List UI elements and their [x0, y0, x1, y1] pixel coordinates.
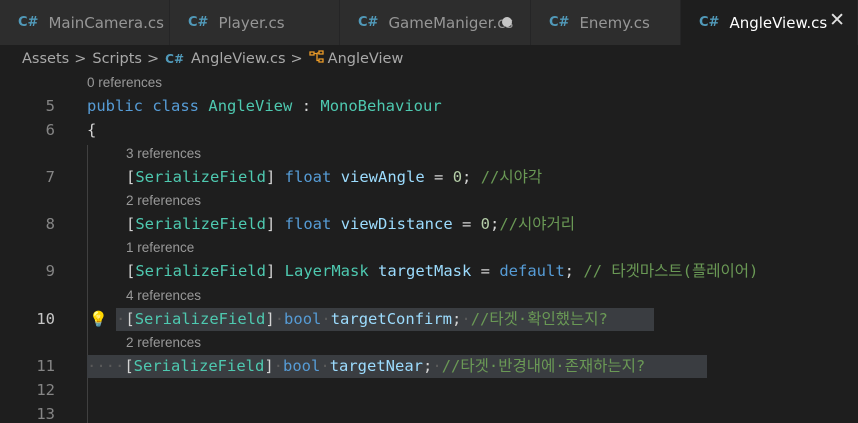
punctuation-token: ; [423, 357, 433, 375]
breadcrumb-item-class[interactable]: AngleView [328, 51, 404, 67]
attribute-token: SerializeField [135, 262, 266, 280]
code-line[interactable]: 5 public class AngleView : MonoBehaviour [0, 95, 858, 118]
class-name-token: AngleView [208, 97, 293, 115]
csharp-icon: C# [18, 15, 39, 30]
punctuation-token: ; [452, 310, 462, 328]
code-text: ·[SerializeField]·bool·targetConfirm;·//… [116, 310, 608, 328]
code-text: ····[SerializeField]·bool·targetNear;·//… [87, 357, 646, 375]
number-token: 0 [452, 168, 463, 186]
chevron-right-icon: > [74, 50, 87, 67]
comment-token: // 타겟마스트(플레이어) [583, 262, 759, 280]
punctuation-token: ; [564, 262, 575, 280]
code-line[interactable]: 12 [0, 379, 858, 402]
keyword-token: default [499, 262, 565, 280]
field-name-token: viewAngle [340, 168, 425, 186]
operator-token: = [452, 215, 481, 233]
code-line[interactable]: 8 [SerializeField] float viewDistance = … [0, 213, 858, 236]
attribute-token: SerializeField [135, 168, 266, 186]
field-name-token: targetMask [378, 262, 472, 280]
code-line[interactable]: 6 { [0, 119, 858, 142]
csharp-icon: C# [358, 15, 379, 30]
line-number: 5 [45, 97, 55, 115]
operator-token: = [471, 262, 500, 280]
chevron-right-icon: > [290, 50, 303, 67]
tab-label: GameManiger.cs [388, 13, 514, 32]
code-text: { [87, 121, 97, 139]
line-number: 7 [45, 168, 55, 186]
attribute-token: SerializeField [133, 357, 265, 375]
code-text: [SerializeField] float viewAngle = 0; //… [126, 168, 543, 186]
type-token: LayerMask [284, 262, 369, 280]
tab-gamemaniger[interactable]: C# GameManiger.cs [340, 0, 531, 45]
field-name-token: viewDistance [340, 215, 453, 233]
code-line[interactable]: 9 [SerializeField] LayerMask targetMask … [0, 260, 858, 283]
codelens-references[interactable]: 0 references [87, 73, 162, 93]
close-icon[interactable]: ✕ [829, 9, 845, 31]
unsaved-dot-icon[interactable] [502, 17, 512, 27]
comment-token: //타겟·반경내에·존재하는지? [441, 357, 646, 375]
line-number: 8 [45, 215, 55, 233]
operator-token: = [424, 168, 453, 186]
breadcrumb: Assets > Scripts > C# AngleView.cs > Ang… [0, 45, 858, 72]
csharp-icon: C# [699, 15, 720, 30]
code-line[interactable]: 11 ····[SerializeField]·bool·targetNear;… [0, 355, 858, 378]
number-token: 0 [480, 215, 491, 233]
codelens-references[interactable]: 4 references [126, 286, 201, 306]
punctuation-token: ; [462, 168, 472, 186]
punctuation-token: : [292, 97, 321, 115]
code-text: [SerializeField] float viewDistance = 0;… [126, 215, 576, 233]
code-line[interactable]: 13 [0, 403, 858, 423]
type-token: float [284, 168, 332, 186]
code-text: [SerializeField] LayerMask targetMask = … [126, 262, 759, 280]
attribute-token: SerializeField [134, 310, 266, 328]
editor-tab-bar: C# MainCamera.cs C# Player.cs C# GameMan… [0, 0, 858, 45]
tab-label: Enemy.cs [579, 13, 650, 32]
tab-label: MainCamera.cs [48, 13, 164, 32]
csharp-icon: C# [549, 15, 570, 30]
field-name-token: targetNear [329, 357, 424, 375]
code-text: public class AngleView : MonoBehaviour [87, 95, 442, 118]
chevron-right-icon: > [146, 50, 160, 67]
base-class-token: MonoBehaviour [320, 97, 442, 115]
breadcrumb-item-file[interactable]: AngleView.cs [191, 51, 285, 67]
field-name-token: targetConfirm [330, 310, 453, 328]
codelens-references[interactable]: 2 references [126, 333, 201, 353]
line-number: 10 [36, 310, 55, 328]
tab-enemy[interactable]: C# Enemy.cs [531, 0, 681, 45]
tab-angleview[interactable]: C# AngleView.cs ✕ [681, 0, 858, 45]
line-number: 13 [36, 405, 55, 423]
line-number: 11 [36, 357, 55, 375]
tab-maincamera[interactable]: C# MainCamera.cs [0, 0, 170, 45]
comment-token: //시야각 [480, 168, 543, 186]
tab-player[interactable]: C# Player.cs [170, 0, 340, 45]
codelens-references[interactable]: 1 reference [126, 238, 194, 258]
codelens-references[interactable]: 2 references [126, 191, 201, 211]
comment-token: //타겟·확인했는지? [470, 310, 608, 328]
code-line-current[interactable]: 10 💡 ·[SerializeField]·bool·targetConfir… [0, 308, 858, 331]
tab-label: Player.cs [218, 13, 285, 32]
csharp-icon: C# [165, 51, 185, 66]
breadcrumb-item-scripts[interactable]: Scripts [92, 51, 142, 67]
breadcrumb-item-assets[interactable]: Assets [22, 51, 69, 67]
type-token: bool [283, 357, 321, 375]
line-number: 12 [36, 381, 55, 399]
line-number: 9 [45, 262, 55, 280]
type-token: float [284, 215, 332, 233]
type-token: bool [284, 310, 322, 328]
comment-token: //시야거리 [499, 215, 576, 233]
line-number: 6 [45, 121, 55, 139]
class-icon [309, 49, 324, 68]
code-line[interactable]: 7 [SerializeField] float viewAngle = 0; … [0, 166, 858, 189]
punctuation-token: ; [490, 215, 500, 233]
codelens-references[interactable]: 3 references [126, 144, 201, 164]
csharp-icon: C# [188, 15, 209, 30]
keyword-token: class [152, 97, 200, 115]
tab-label: AngleView.cs [729, 13, 828, 32]
attribute-token: SerializeField [135, 215, 266, 233]
code-editor[interactable]: 0 references 5 public class AngleView : … [0, 72, 858, 423]
keyword-token: public [87, 97, 143, 115]
lightbulb-icon[interactable]: 💡 [89, 308, 108, 331]
